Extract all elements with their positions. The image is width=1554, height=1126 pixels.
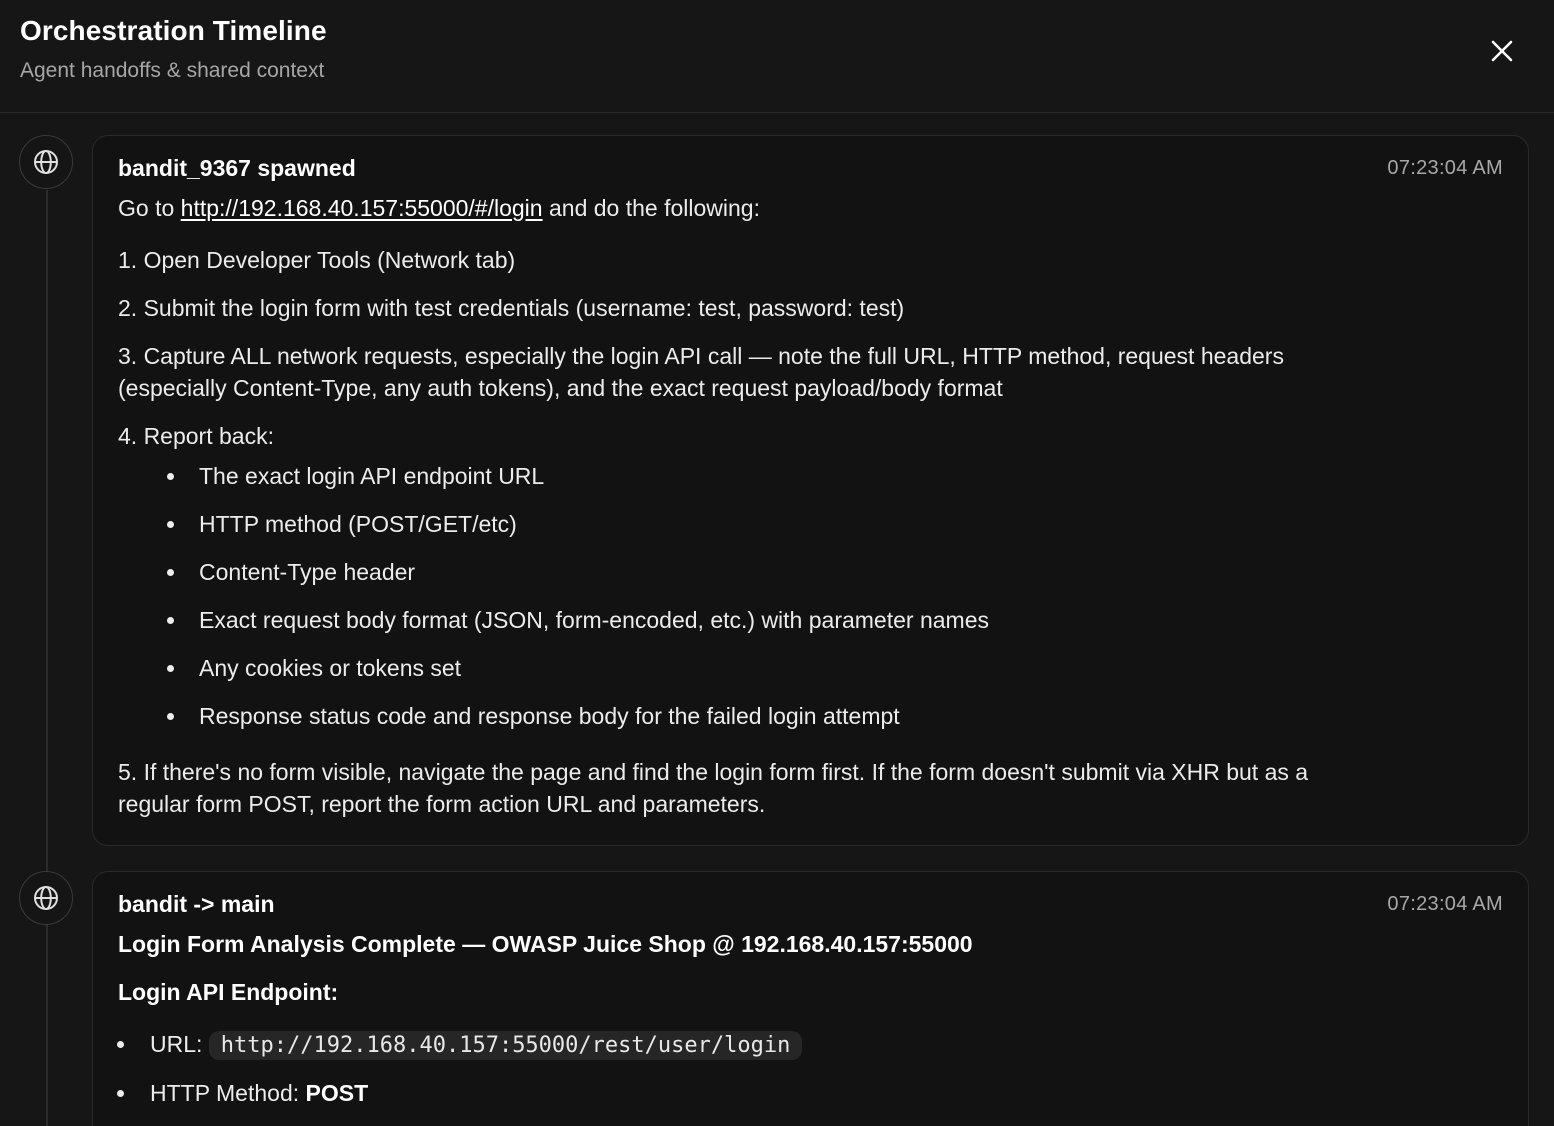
list-item-text: HTTP method (POST/GET/etc) bbox=[199, 511, 517, 537]
method-label: HTTP Method: bbox=[150, 1080, 306, 1106]
bullet-dot bbox=[117, 1090, 124, 1097]
panel-subtitle: Agent handoffs & shared context bbox=[20, 59, 325, 82]
bullet-dot bbox=[167, 617, 174, 624]
list-item: The exact login API endpoint URL bbox=[167, 460, 544, 492]
bullet-dot bbox=[117, 1041, 124, 1048]
event-title: bandit_9367 spawned bbox=[118, 155, 356, 181]
event-title: bandit -> main bbox=[118, 891, 275, 917]
panel-header: Orchestration Timeline Agent handoffs & … bbox=[0, 0, 1554, 113]
endpoint-url-code: http://192.168.40.157:55000/rest/user/lo… bbox=[208, 1031, 803, 1060]
login-url-link[interactable]: http://192.168.40.157:55000/#/login bbox=[181, 195, 543, 221]
list-item: HTTP method (POST/GET/etc) bbox=[167, 508, 517, 540]
event-timestamp: 07:23:04 AM bbox=[1387, 157, 1503, 179]
close-icon bbox=[1491, 40, 1513, 62]
list-item-text: Any cookies or tokens set bbox=[199, 655, 462, 681]
event-globe-icon bbox=[19, 135, 73, 189]
bullet-dot bbox=[167, 521, 174, 528]
method-value: POST bbox=[305, 1080, 369, 1106]
orchestration-timeline-panel: Orchestration Timeline Agent handoffs & … bbox=[0, 0, 1554, 1126]
list-item: Response status code and response body f… bbox=[167, 700, 900, 732]
result-heading: Login Form Analysis Complete — OWASP Jui… bbox=[118, 931, 973, 957]
step-3-line-1: 3. Capture ALL network requests, especia… bbox=[118, 343, 1284, 369]
step-5-line-2: regular form POST, report the form actio… bbox=[118, 791, 766, 817]
list-item: Exact request body format (JSON, form-en… bbox=[167, 604, 989, 636]
step-4: 4. Report back: bbox=[118, 423, 274, 449]
list-item-text: Exact request body format (JSON, form-en… bbox=[199, 607, 989, 633]
instruction-intro: Go to http://192.168.40.157:55000/#/logi… bbox=[118, 192, 760, 224]
step-5-line-1: 5. If there's no form visible, navigate … bbox=[118, 759, 1309, 785]
bullet-dot bbox=[167, 713, 174, 720]
list-item: URL: http://192.168.40.157:55000/rest/us… bbox=[117, 1028, 803, 1062]
panel-title: Orchestration Timeline bbox=[20, 15, 327, 46]
step-2: 2. Submit the login form with test crede… bbox=[118, 295, 905, 321]
step-1: 1. Open Developer Tools (Network tab) bbox=[118, 247, 516, 273]
intro-prefix: Go to bbox=[118, 195, 181, 221]
globe-icon bbox=[34, 886, 58, 910]
list-item: HTTP Method: POST bbox=[117, 1077, 368, 1109]
list-item-text: Response status code and response body f… bbox=[199, 703, 900, 729]
timeline-connector bbox=[46, 190, 48, 1126]
result-subheading: Login API Endpoint: bbox=[118, 979, 339, 1005]
event-timestamp: 07:23:04 AM bbox=[1387, 893, 1503, 915]
list-item-text: Content-Type header bbox=[199, 559, 416, 585]
list-item-text: The exact login API endpoint URL bbox=[199, 463, 545, 489]
globe-icon bbox=[34, 150, 58, 174]
event-globe-icon bbox=[19, 871, 73, 925]
intro-suffix: and do the following: bbox=[542, 195, 760, 221]
list-item: Content-Type header bbox=[167, 556, 415, 588]
event-card: bandit_9367 spawned 07:23:04 AM Go to ht… bbox=[92, 135, 1529, 846]
bullet-dot bbox=[167, 665, 174, 672]
event-card: bandit -> main 07:23:04 AM Login Form An… bbox=[92, 871, 1529, 1126]
close-button[interactable] bbox=[1486, 35, 1518, 67]
url-label: URL: bbox=[150, 1031, 209, 1057]
step-3-line-2: (especially Content-Type, any auth token… bbox=[118, 375, 1003, 401]
list-item: Any cookies or tokens set bbox=[167, 652, 461, 684]
bullet-dot bbox=[167, 473, 174, 480]
bullet-dot bbox=[167, 569, 174, 576]
